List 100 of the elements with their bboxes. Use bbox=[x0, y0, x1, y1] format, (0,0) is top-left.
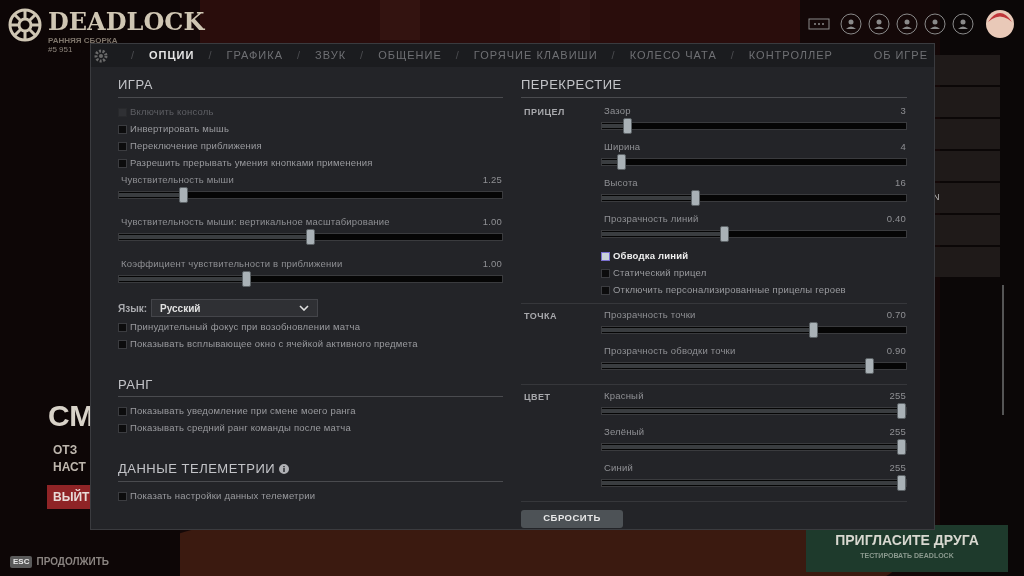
checkbox-label: Показывать уведомление при смене моего ранга bbox=[130, 404, 356, 419]
slider-fill bbox=[119, 192, 179, 197]
tab-separator: / bbox=[360, 48, 365, 64]
checkbox[interactable] bbox=[601, 251, 610, 261]
tab[interactable]: ОПЦИИ bbox=[149, 47, 195, 64]
checkbox-label: Обводка линий bbox=[613, 248, 689, 263]
checkbox[interactable] bbox=[118, 424, 127, 433]
slider-handle[interactable] bbox=[622, 117, 632, 134]
list-tile[interactable] bbox=[935, 247, 1000, 277]
slider-fill bbox=[602, 159, 617, 164]
slider-value: 1.00 bbox=[482, 256, 502, 271]
slider-value: 16 bbox=[895, 175, 906, 190]
slider-label: Чувствительность мыши bbox=[121, 172, 234, 187]
continue-link[interactable]: ПРОДОЛЖИТЬ bbox=[36, 554, 110, 569]
checkbox[interactable] bbox=[118, 124, 127, 134]
checkbox[interactable] bbox=[601, 285, 610, 295]
slider-handle[interactable] bbox=[808, 321, 818, 338]
checkbox[interactable] bbox=[118, 407, 127, 416]
slider-label: Зазор bbox=[604, 103, 631, 118]
checkbox[interactable] bbox=[118, 339, 127, 349]
section-title: ДАННЫЕ ТЕЛЕМЕТРИИ bbox=[118, 460, 276, 478]
language-dropdown[interactable]: Русский bbox=[151, 299, 319, 317]
slider-handle[interactable] bbox=[178, 186, 188, 203]
brand-name: DEADLOCK bbox=[48, 8, 205, 36]
slider-handle[interactable] bbox=[897, 402, 906, 419]
section-title: ПЕРЕКРЕСТИЕ bbox=[521, 76, 622, 94]
list-tile[interactable] bbox=[935, 151, 1000, 181]
slider-value: 255 bbox=[889, 460, 906, 475]
party-slot-icon[interactable] bbox=[840, 13, 862, 35]
group-label: ЦВЕТ bbox=[523, 390, 552, 404]
list-tile[interactable] bbox=[935, 55, 1000, 85]
avatar-icon[interactable] bbox=[986, 10, 1014, 38]
list-tile[interactable] bbox=[935, 119, 1000, 149]
checkbox[interactable] bbox=[118, 491, 127, 501]
tab[interactable]: ОБЩЕНИЕ bbox=[378, 47, 442, 64]
scrollbar[interactable] bbox=[1002, 285, 1004, 415]
section-title: ИГРА bbox=[118, 76, 153, 94]
slider-label: Прозрачность точки bbox=[604, 307, 696, 322]
invite-title: ПРИГЛАСИТЕ ДРУГА bbox=[835, 531, 979, 550]
checkbox-label: Инвертировать мышь bbox=[130, 121, 230, 136]
build-number: #5 951 bbox=[48, 45, 74, 54]
slider-value: 255 bbox=[889, 424, 906, 439]
slider-value: 0.40 bbox=[886, 211, 906, 226]
slider-label: Зелёный bbox=[604, 424, 645, 439]
party-slot-icon[interactable] bbox=[896, 13, 918, 35]
promo-text: ОТЗ bbox=[53, 442, 78, 459]
checkbox[interactable] bbox=[601, 268, 610, 278]
party-slot-icon[interactable] bbox=[868, 13, 890, 35]
tab-separator: / bbox=[730, 48, 735, 64]
settings-icon bbox=[93, 47, 109, 64]
party-slot-icon[interactable] bbox=[924, 13, 946, 35]
tab[interactable]: КОЛЕСО ЧАТА bbox=[629, 47, 717, 64]
slider-value: 1.25 bbox=[482, 172, 502, 187]
checkbox[interactable] bbox=[118, 158, 127, 168]
list-tile[interactable] bbox=[935, 87, 1000, 117]
slider-value: 0.90 bbox=[886, 343, 906, 358]
checkbox-label: Принудительный фокус при возобновлении матча bbox=[130, 319, 361, 334]
chat-icon[interactable] bbox=[808, 18, 830, 30]
slider-handle[interactable] bbox=[720, 225, 729, 242]
tab[interactable]: ГОРЯЧИЕ КЛАВИШИ bbox=[473, 47, 598, 64]
checkbox-label: Статический прицел bbox=[613, 265, 707, 280]
slider-label: Ширина bbox=[604, 139, 641, 154]
tab-separator: / bbox=[208, 48, 213, 64]
slider-fill bbox=[602, 123, 623, 128]
checkbox[interactable] bbox=[118, 141, 127, 151]
checkbox[interactable] bbox=[118, 322, 127, 332]
list-tile[interactable] bbox=[935, 215, 1000, 245]
checkbox-label: Отключить персонализированные прицелы героев bbox=[613, 282, 846, 297]
slider-handle[interactable] bbox=[897, 438, 906, 455]
slider-value: 255 bbox=[889, 388, 906, 403]
checkbox-label: Показать настройки данных телеметрии bbox=[130, 488, 316, 503]
slider-handle[interactable] bbox=[690, 189, 700, 206]
slider-value: 1.00 bbox=[482, 214, 502, 229]
slider-label: Прозрачность обводки точки bbox=[604, 343, 736, 358]
slider-label: Коэффициент чувствительности в приближении bbox=[121, 256, 343, 271]
slider-label: Чувствительность мыши: вертикальное масштабирование bbox=[121, 214, 390, 229]
slider-handle[interactable] bbox=[306, 228, 315, 245]
checkbox-label: Разрешить прерывать умения кнопками применения bbox=[130, 155, 373, 170]
wheel-logo-icon bbox=[8, 8, 42, 42]
promo-text: НАСТ bbox=[53, 459, 86, 476]
slider-value: 4 bbox=[900, 139, 906, 154]
slider-label: Красный bbox=[604, 388, 644, 403]
section-title: РАНГ bbox=[118, 375, 153, 394]
slider-label: Прозрачность линий bbox=[604, 211, 699, 226]
checkbox-label: Показывать средний ранг команды после матча bbox=[130, 421, 351, 436]
reset-button[interactable]: СБРОСИТЬ bbox=[521, 509, 623, 528]
slider-handle[interactable] bbox=[242, 270, 252, 287]
slider-handle[interactable] bbox=[897, 474, 906, 491]
slider-value: 3 bbox=[900, 103, 906, 118]
party-slot-icon[interactable] bbox=[952, 13, 974, 35]
slider-handle[interactable] bbox=[864, 357, 874, 374]
tab[interactable]: ОБ ИГРЕ bbox=[873, 47, 928, 64]
tab[interactable]: ГРАФИКА bbox=[226, 47, 283, 64]
slider-handle[interactable] bbox=[616, 153, 626, 170]
build-subtitle: РАННЯЯ СБОРКА bbox=[48, 36, 119, 45]
checkbox-label: Переключение приближения bbox=[130, 138, 262, 153]
tab[interactable]: КОНТРОЛЛЕР bbox=[748, 47, 833, 64]
group-label: ПРИЦЕЛ bbox=[523, 105, 566, 119]
tab[interactable]: ЗВУК bbox=[315, 47, 347, 64]
checkbox-label: Показывать всплывающее окно с ячейкой активного предмета bbox=[130, 336, 418, 351]
